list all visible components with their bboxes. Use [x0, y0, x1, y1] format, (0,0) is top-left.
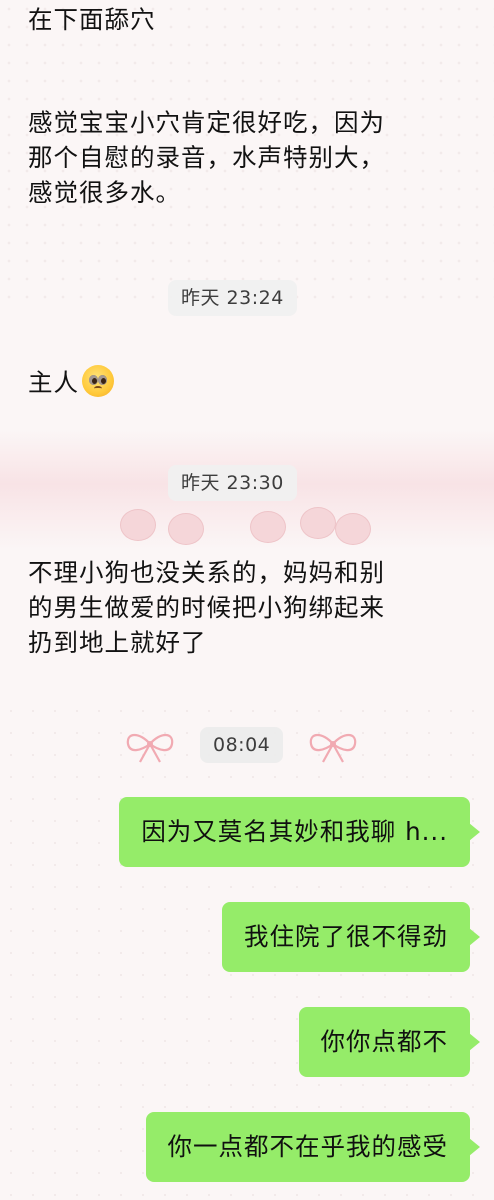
timestamp: 08:04: [200, 727, 284, 763]
outgoing-message-bubble[interactable]: 因为又莫名其妙和我聊 h...: [119, 797, 480, 867]
incoming-message[interactable]: 不理小狗也没关系的，妈妈和别 的男生做爱的时候把小狗绑起来 扔到地上就好了: [28, 555, 385, 660]
bow-icon: [126, 733, 174, 763]
message-text: 那个自慰的录音，水声特别大，: [28, 143, 385, 172]
chat-background-apples: [0, 505, 494, 545]
timestamp: 昨天 23:24: [168, 280, 297, 316]
incoming-message[interactable]: 主人: [28, 365, 114, 400]
message-text: 不理小狗也没关系的，妈妈和别: [28, 558, 385, 587]
message-text: 扔到地上就好了: [28, 628, 207, 657]
incoming-message[interactable]: 在下面舔穴: [28, 2, 156, 37]
outgoing-message-bubble[interactable]: 我住院了很不得劲: [222, 902, 480, 972]
message-text: 主人: [28, 368, 79, 397]
incoming-message[interactable]: 感觉宝宝小穴肯定很好吃，因为 那个自慰的录音，水声特别大， 感觉很多水。: [28, 105, 385, 210]
message-text: 感觉很多水。: [28, 178, 181, 207]
pleading-face-emoji-icon: [82, 365, 114, 397]
message-text: 在下面舔穴: [28, 5, 156, 34]
message-text: 的男生做爱的时候把小狗绑起来: [28, 593, 385, 622]
bow-icon: [309, 733, 357, 763]
outgoing-message-bubble[interactable]: 你你点都不: [298, 1007, 480, 1077]
timestamp: 昨天 23:30: [168, 465, 297, 501]
outgoing-message-bubble[interactable]: 你一点都不在乎我的感受: [145, 1112, 480, 1182]
message-text: 感觉宝宝小穴肯定很好吃，因为: [28, 108, 385, 137]
